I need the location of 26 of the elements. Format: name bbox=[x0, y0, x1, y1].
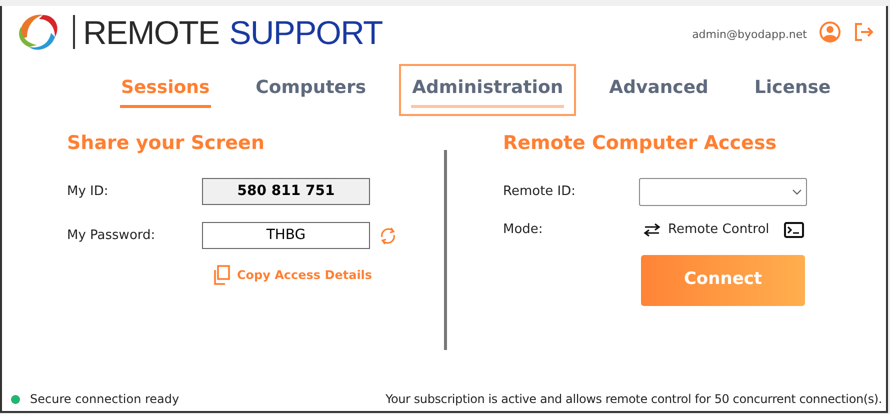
refresh-icon[interactable] bbox=[378, 224, 398, 246]
section-title: Remote Computer Access bbox=[503, 131, 778, 156]
field-label: My ID: bbox=[67, 182, 110, 201]
swap-arrows-icon bbox=[643, 222, 661, 237]
field-label: Mode: bbox=[503, 221, 544, 239]
user-email: admin@byodapp.net bbox=[692, 26, 807, 43]
id-field: 580 811 751 bbox=[202, 178, 370, 205]
status-text: Secure connection ready bbox=[30, 391, 180, 408]
chevron-down-icon bbox=[792, 189, 802, 195]
tab[interactable]: Administration bbox=[399, 64, 576, 116]
logo-text: SUPPORT bbox=[229, 16, 382, 48]
terminal-icon[interactable] bbox=[784, 222, 804, 238]
tab[interactable]: License bbox=[741, 64, 844, 116]
remote-id-dropdown[interactable] bbox=[639, 178, 807, 206]
subscription-text: Your subscription is active and allows remote control for 50 concurrent connection(s). bbox=[385, 391, 882, 408]
user-icon[interactable] bbox=[819, 21, 841, 43]
field-label: Remote ID: bbox=[503, 183, 577, 202]
password-field: THBG bbox=[202, 222, 370, 249]
field-label: My Password: bbox=[67, 226, 156, 245]
logo-text: REMOTE bbox=[83, 16, 220, 48]
logout-icon[interactable] bbox=[854, 22, 874, 42]
section-title: Share your Screen bbox=[67, 131, 266, 156]
copy-icon bbox=[213, 265, 231, 285]
tab[interactable]: Computers bbox=[242, 64, 380, 116]
tab[interactable]: Advanced bbox=[596, 64, 722, 116]
mode-value: Remote Control bbox=[668, 221, 770, 239]
